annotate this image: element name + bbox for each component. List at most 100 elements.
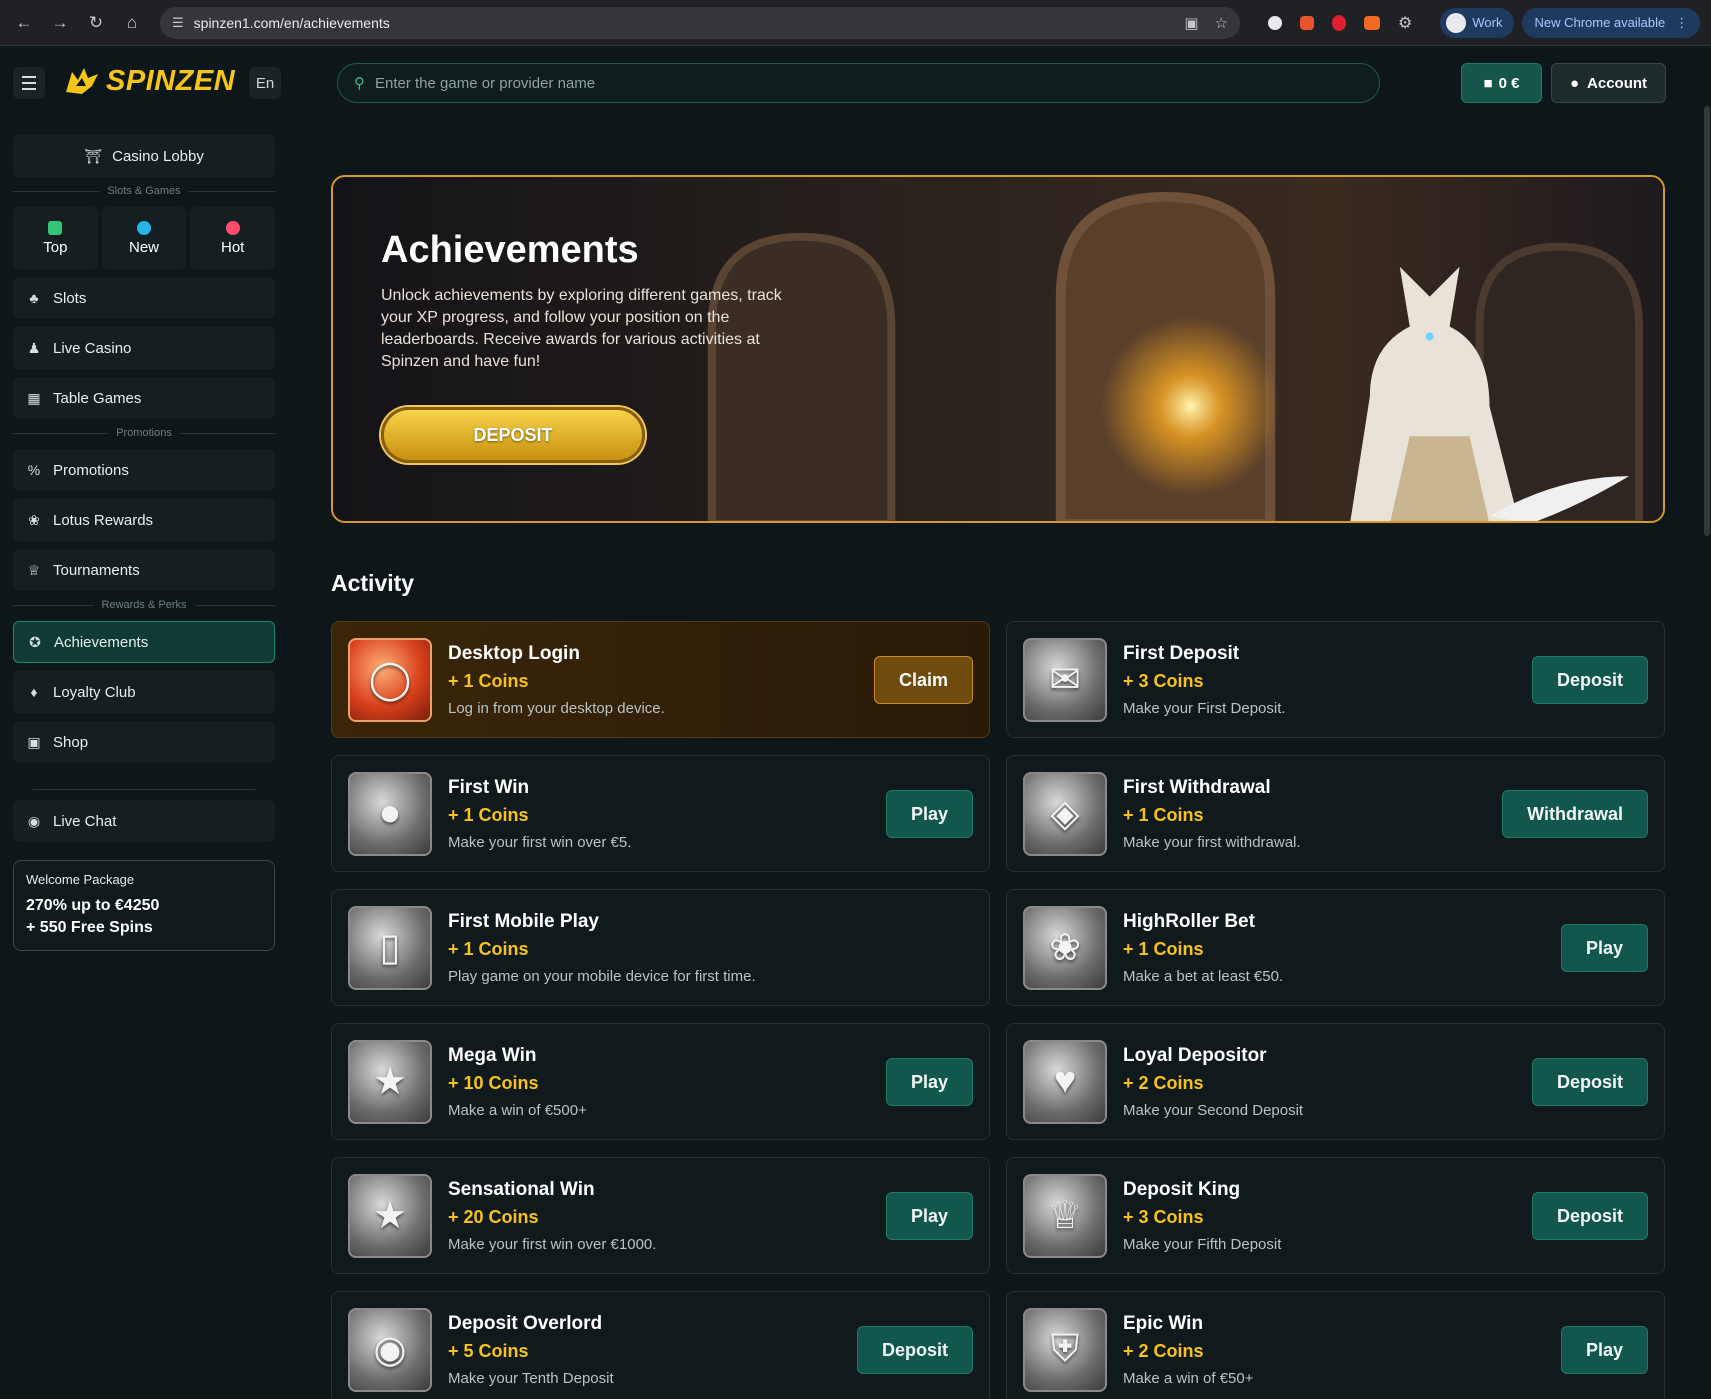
site-settings-icon[interactable]: ☰ <box>172 15 184 31</box>
sidebar-item-shop[interactable]: ▣ Shop <box>13 721 275 763</box>
phone-icon: ▯ <box>348 905 432 990</box>
extension-icon[interactable] <box>1332 14 1346 31</box>
logo-text: SPINZEN <box>106 64 236 97</box>
scrollbar-thumb[interactable] <box>1704 106 1710 536</box>
sidebar-item-label: Live Chat <box>53 812 117 830</box>
achievement-card-deposit-overlord: ◉ Deposit Overlord + 5 Coins Make your T… <box>331 1291 990 1399</box>
crown-icon <box>48 220 63 235</box>
sidebar-item-tournaments[interactable]: ♕ Tournaments <box>13 549 275 591</box>
address-bar[interactable]: ☰ spinzen1.com/en/achievements ▣ ☆ <box>160 6 1240 39</box>
home-icon[interactable]: ⌂ <box>118 9 146 37</box>
sidebar-item-live-casino[interactable]: ♟ Live Casino <box>13 327 275 369</box>
deposit-button[interactable]: Deposit <box>1531 1058 1648 1106</box>
back-icon[interactable]: ← <box>10 9 38 37</box>
extension-icon[interactable] <box>1268 15 1282 30</box>
withdrawal-button[interactable]: Withdrawal <box>1502 790 1648 838</box>
profile-button[interactable]: Work <box>1440 7 1515 38</box>
star-wreath-icon: ★ <box>348 1039 432 1124</box>
dealer-icon: ♟ <box>27 339 41 356</box>
achievement-description: Make a win of €500+ <box>448 1101 587 1119</box>
achievement-title: First Mobile Play <box>448 910 599 932</box>
install-app-icon[interactable]: ▣ <box>1184 14 1198 32</box>
welcome-title: Welcome Package <box>26 872 135 887</box>
achievement-card-first-withdrawal: ◈ First Withdrawal + 1 Coins Make your f… <box>1006 755 1665 872</box>
sidebar-item-label: Live Casino <box>53 339 132 357</box>
welcome-offer-line2: + 550 Free Spins <box>26 919 153 936</box>
heart-coin-icon: ♥ <box>1023 1039 1107 1124</box>
achievement-description: Make your first withdrawal. <box>1123 833 1301 851</box>
bookmark-star-icon[interactable]: ☆ <box>1215 14 1228 32</box>
extension-icon[interactable] <box>1300 15 1314 30</box>
diamond-icon: ♦ <box>30 684 38 700</box>
chrome-update-button[interactable]: New Chrome available ⋮ <box>1522 7 1701 38</box>
new-badge-icon <box>137 220 151 235</box>
forward-icon[interactable]: → <box>46 9 74 37</box>
wallet-icon: ■ <box>1483 74 1493 92</box>
claim-button[interactable]: Claim <box>873 656 973 704</box>
sidebar-item-label: Table Games <box>53 389 142 407</box>
search-input[interactable]: ⚲ Enter the game or provider name <box>337 63 1380 103</box>
quick-filter-new[interactable]: New <box>101 207 187 269</box>
hero-description: Unlock achievements by exploring differe… <box>381 287 782 370</box>
sidebar-item-lotus-rewards[interactable]: ❀ Lotus Rewards <box>13 499 275 541</box>
achievements-grid: ◯ Desktop Login + 1 Coins Log in from yo… <box>331 621 1665 1399</box>
sidebar-item-loyalty-club[interactable]: ♦ Loyalty Club <box>13 671 275 713</box>
achievement-title: Sensational Win <box>448 1178 595 1200</box>
quick-filter-hot[interactable]: Hot <box>190 207 276 269</box>
achievement-description: Log in from your desktop device. <box>448 699 665 717</box>
achievement-title: Mega Win <box>448 1044 537 1066</box>
welcome-package-banner[interactable]: Welcome Package 270% up to €4250 + 550 F… <box>13 860 275 951</box>
play-button[interactable]: Play <box>1560 1326 1648 1374</box>
browser-toolbar: ← → ↻ ⌂ ☰ spinzen1.com/en/achievements ▣… <box>0 0 1711 46</box>
quick-filter-label: New <box>129 238 160 256</box>
achievement-title: Desktop Login <box>448 642 580 664</box>
deposit-button[interactable]: Deposit <box>856 1326 973 1374</box>
achievement-description: Make your first win over €1000. <box>448 1235 657 1253</box>
sidebar-item-casino-lobby[interactable]: ⛩ Casino Lobby <box>13 135 275 177</box>
achievement-title: First Withdrawal <box>1123 776 1271 798</box>
deposit-button[interactable]: Deposit <box>1531 656 1648 704</box>
divider-promotions: Promotions <box>13 427 275 439</box>
play-button[interactable]: Play <box>885 1058 973 1106</box>
play-button[interactable]: Play <box>1560 924 1648 972</box>
url-text: spinzen1.com/en/achievements <box>193 14 390 31</box>
page-scrollbar[interactable] <box>1703 46 1711 1399</box>
chat-bubble-icon: ◉ <box>27 812 41 829</box>
kebab-menu-icon[interactable]: ⋮ <box>1675 15 1688 31</box>
sidebar-item-label: Lotus Rewards <box>53 511 154 529</box>
achievement-reward: + 2 Coins <box>1123 1340 1204 1361</box>
site-logo[interactable]: SPINZEN <box>62 64 235 98</box>
sidebar-item-achievements[interactable]: ✪ Achievements <box>13 621 275 663</box>
deposit-button[interactable]: Deposit <box>1531 1192 1648 1240</box>
achievement-description: Make a bet at least €50. <box>1123 967 1284 985</box>
achievement-card-epic-win: ⛨ Epic Win + 2 Coins Make a win of €50+ … <box>1006 1291 1665 1399</box>
extensions-puzzle-icon[interactable]: ⚙ <box>1398 13 1412 33</box>
language-selector[interactable]: En <box>249 67 281 99</box>
sidebar-item-live-chat[interactable]: ◉ Live Chat <box>13 800 275 842</box>
account-label: Account <box>1587 74 1648 92</box>
sidebar-item-table-games[interactable]: ▦ Table Games <box>13 377 275 419</box>
sidebar-item-promotions[interactable]: % Promotions <box>13 449 275 491</box>
account-button[interactable]: ● Account <box>1551 63 1666 103</box>
reload-icon[interactable]: ↻ <box>82 9 110 37</box>
sidebar-item-label: Slots <box>53 289 87 307</box>
achievement-description: Make a win of €50+ <box>1123 1369 1254 1387</box>
hero-title: Achievements <box>381 229 639 271</box>
wallet-button[interactable]: ■ 0 € <box>1461 63 1542 103</box>
hero-deposit-button[interactable]: DEPOSIT <box>381 407 645 463</box>
play-button[interactable]: Play <box>885 790 973 838</box>
achievement-description: Make your First Deposit. <box>1123 699 1286 717</box>
quick-filter-top[interactable]: Top <box>13 207 98 269</box>
achievement-card-mega-win: ★ Mega Win + 10 Coins Make a win of €500… <box>331 1023 990 1140</box>
play-button[interactable]: Play <box>885 1192 973 1240</box>
coin-pouch-icon: ◉ <box>348 1307 432 1392</box>
temple-icon: ⛩ <box>84 147 103 164</box>
profile-label: Work <box>1472 15 1503 30</box>
achievement-description: Make your first win over €5. <box>448 833 632 851</box>
extension-icon[interactable] <box>1364 15 1380 30</box>
lantern-icon: ◯ <box>348 637 432 722</box>
achievement-title: First Win <box>448 776 530 798</box>
sidebar-item-slots[interactable]: ♣ Slots <box>13 277 275 319</box>
achievement-title: Epic Win <box>1123 1312 1204 1334</box>
menu-toggle-button[interactable] <box>13 67 45 99</box>
